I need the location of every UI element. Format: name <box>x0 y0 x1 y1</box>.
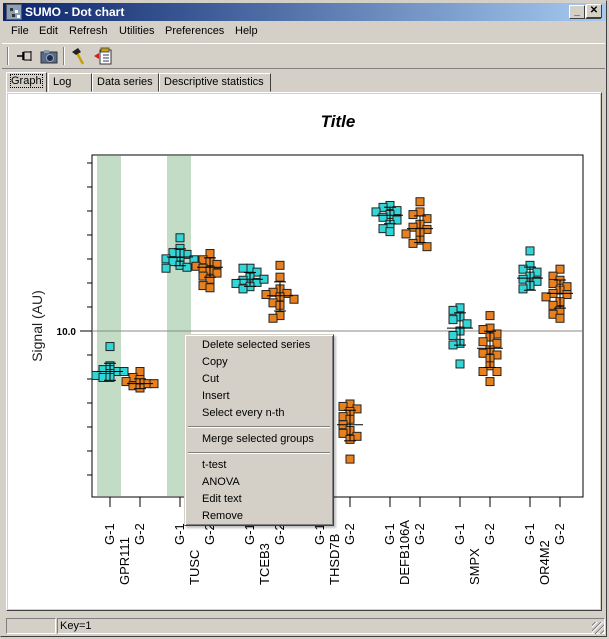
data-point <box>455 359 465 369</box>
data-point <box>485 311 495 321</box>
menu-item-merge-selected-groups[interactable]: Merge selected groups <box>202 433 314 445</box>
highlight-bands <box>97 156 191 496</box>
data-point <box>182 262 192 272</box>
gene-label: THSD7B <box>327 534 342 585</box>
y-tick-label: 10.0 <box>57 327 77 338</box>
data-point <box>261 290 271 300</box>
data-point <box>478 367 488 377</box>
x-tick-label: G-2 <box>132 523 147 545</box>
data-point <box>492 367 502 377</box>
x-tick-label: G-1 <box>172 523 187 545</box>
data-point <box>161 263 171 273</box>
x-tick-label: G-1 <box>102 523 117 545</box>
data-point <box>408 210 418 220</box>
gene-label: DEFB106A <box>397 520 412 585</box>
data-point <box>275 260 285 270</box>
data-point <box>415 197 425 207</box>
data-point <box>238 263 248 273</box>
menu-item-remove[interactable]: Remove <box>202 510 243 522</box>
data-point <box>525 246 535 256</box>
x-tick-label: G-1 <box>312 523 327 545</box>
data-point <box>448 315 458 325</box>
chart-title[interactable]: Title <box>321 112 356 131</box>
menu-item-anova[interactable]: ANOVA <box>202 476 240 488</box>
data-point <box>518 284 528 294</box>
menu-separator <box>188 452 330 454</box>
data-point <box>401 229 411 239</box>
data-point <box>422 242 432 252</box>
menu-item-cut[interactable]: Cut <box>202 373 219 385</box>
status-key: Key=1 <box>57 618 605 634</box>
gene-label: SMPX <box>467 548 482 585</box>
x-tick-label: G-2 <box>412 523 427 545</box>
data-point <box>541 292 551 302</box>
gene-label: OR4M2 <box>537 540 552 585</box>
menu-item-insert[interactable]: Insert <box>202 390 230 402</box>
data-point <box>555 313 565 323</box>
menu-item-t-test[interactable]: t-test <box>202 459 226 471</box>
data-point <box>268 313 278 323</box>
menu-separator <box>188 426 330 428</box>
data-point <box>485 377 495 387</box>
x-tick-label: G-1 <box>522 523 537 545</box>
x-tick-label: G-2 <box>482 523 497 545</box>
menu-item-select-every-n-th[interactable]: Select every n-th <box>202 407 285 419</box>
data-point <box>385 227 395 237</box>
data-point <box>105 342 115 352</box>
data-point <box>175 233 185 243</box>
data-point <box>478 325 488 335</box>
x-tick-label: G-2 <box>272 523 287 545</box>
highlight-band <box>97 156 121 496</box>
gene-label: GPR111 <box>117 537 132 585</box>
data-point <box>448 330 458 340</box>
data-point <box>408 238 418 248</box>
status-bar: Key=1 <box>2 617 605 635</box>
dot-chart[interactable]: G-1 G-2GPR111G-1 G-2TUSCG-1 G-2TCEB3G-1 G-2T… <box>0 0 609 639</box>
x-axis: G-1 G-2GPR111G-1 G-2TUSCG-1 G-2TCEB3G-1 G-2T… <box>102 497 567 585</box>
x-tick-label: G-2 <box>202 523 217 545</box>
gene-label: TCEB3 <box>257 543 272 585</box>
status-cell-left <box>6 618 56 634</box>
menu-item-delete-selected-series[interactable]: Delete selected series <box>202 339 310 351</box>
y-axis-label[interactable]: Signal (AU) <box>29 290 45 362</box>
context-menu: Delete selected series Copy Cut Insert S… <box>184 334 334 526</box>
y-axis <box>80 162 92 476</box>
data-point <box>289 294 299 304</box>
x-tick-label: G-2 <box>342 523 357 545</box>
x-tick-label: G-1 <box>242 523 257 545</box>
data-point <box>205 283 215 293</box>
data-point <box>345 454 355 464</box>
x-tick-label: G-1 <box>452 523 467 545</box>
data-point <box>478 337 488 347</box>
x-tick-label: G-2 <box>552 523 567 545</box>
plot-frame <box>91 154 584 498</box>
data-point <box>275 272 285 282</box>
x-tick-label: G-1 <box>382 523 397 545</box>
gene-label: TUSC <box>187 550 202 585</box>
menu-item-edit-text[interactable]: Edit text <box>202 493 242 505</box>
resize-grip[interactable] <box>592 622 604 634</box>
menu-item-copy[interactable]: Copy <box>202 356 228 368</box>
